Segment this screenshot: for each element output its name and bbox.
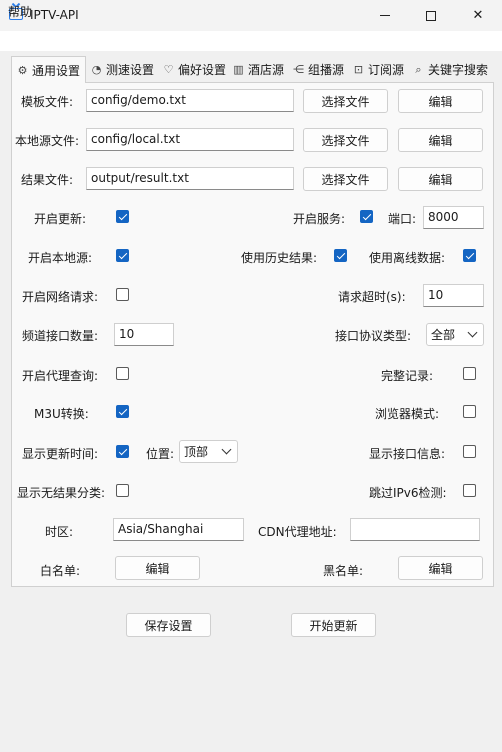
result-file-label: 结果文件: [21,173,74,187]
minimize-icon [380,15,390,16]
local-file-input[interactable]: config/local.txt [86,128,294,151]
whitelist-label: 白名单: [40,564,81,578]
full-record-checkbox[interactable] [463,367,476,380]
tab-label: 订阅源 [368,63,405,77]
show-update-time-label: 显示更新时间: [22,447,99,461]
menu-bar [0,31,502,51]
open-update-checkbox[interactable] [116,210,129,223]
browser-mode-label: 浏览器模式: [375,407,440,421]
position-value: 顶部 [184,445,209,459]
show-info-label: 显示接口信息: [369,447,446,461]
tab-preference[interactable]: ♡ 偏好设置 [158,57,228,82]
tab-label: 通用设置 [32,63,81,78]
tab-speed[interactable]: ◔ 测速设置 [86,57,158,82]
port-input[interactable]: 8000 [423,206,484,229]
gear-icon: ⚙ [17,63,28,77]
tab-multicast[interactable]: ⋲ 组播源 [288,57,348,82]
request-timeout-label: 请求超时(s): [338,290,406,304]
tab-label: 关键字搜索 [428,63,489,77]
window-title: IPTV-API [30,8,79,22]
port-label: 端口: [388,212,417,226]
open-service-checkbox[interactable] [360,210,373,223]
protocol-type-value: 全部 [431,328,456,342]
local-select-button[interactable]: 选择文件 [303,128,388,152]
use-history-label: 使用历史结果: [241,251,318,265]
open-service-label: 开启服务: [293,212,346,226]
template-select-button[interactable]: 选择文件 [303,89,388,113]
result-edit-button[interactable]: 编辑 [398,167,483,191]
protocol-type-label: 接口协议类型: [335,329,412,343]
blacklist-edit-button[interactable]: 编辑 [398,556,483,580]
use-offline-checkbox[interactable] [463,249,476,262]
m3u-checkbox[interactable] [116,405,129,418]
multicast-icon: ⋲ [293,63,304,76]
open-local-label: 开启本地源: [28,251,93,265]
cdn-proxy-input[interactable] [350,518,480,541]
open-network-checkbox[interactable] [116,288,129,301]
blacklist-label: 黑名单: [323,564,364,578]
template-file-label: 模板文件: [21,95,74,109]
tab-general[interactable]: ⚙ 通用设置 [11,56,86,83]
open-local-checkbox[interactable] [116,249,129,262]
tab-hotel[interactable]: ▥ 酒店源 [228,57,288,82]
show-no-result-checkbox[interactable] [116,484,129,497]
tab-keyword-search[interactable]: ⌕ 关键字搜索 [408,57,494,82]
template-file-input[interactable]: config/demo.txt [86,89,294,112]
show-update-time-checkbox[interactable] [116,445,129,458]
cdn-proxy-label: CDN代理地址: [258,525,337,539]
request-timeout-input[interactable]: 10 [423,284,484,307]
close-button[interactable]: ✕ [455,0,501,31]
search-icon: ⌕ [415,62,422,76]
channel-count-input[interactable]: 10 [114,323,174,346]
template-edit-button[interactable]: 编辑 [398,89,483,113]
maximize-button[interactable] [408,0,454,31]
protocol-type-select[interactable]: 全部 [426,323,484,346]
open-proxy-checkbox[interactable] [116,367,129,380]
open-proxy-label: 开启代理查询: [22,369,99,383]
timezone-label: 时区: [45,525,74,539]
browser-mode-checkbox[interactable] [463,405,476,418]
show-info-checkbox[interactable] [463,445,476,458]
local-edit-button[interactable]: 编辑 [398,128,483,152]
tab-label: 偏好设置 [178,63,227,77]
save-settings-button[interactable]: 保存设置 [126,613,211,637]
tab-label: 测速设置 [106,63,155,77]
timezone-input[interactable]: Asia/Shanghai [113,518,244,541]
tab-label: 酒店源 [248,63,285,77]
skip-ipv6-label: 跳过IPv6检测: [369,486,447,500]
maximize-icon [426,10,436,21]
open-network-label: 开启网络请求: [22,290,99,304]
close-icon: ✕ [472,8,484,23]
chevron-down-icon [467,327,478,338]
result-file-input[interactable]: output/result.txt [86,167,294,190]
speedometer-icon: ◔ [91,63,102,76]
hotel-icon: ▥ [233,63,244,76]
full-record-label: 完整记录: [381,369,434,383]
menu-item-help[interactable]: 帮助 [8,3,32,20]
tab-label: 组播源 [308,63,345,77]
show-no-result-label: 显示无结果分类: [17,486,106,500]
result-select-button[interactable]: 选择文件 [303,167,388,191]
minimize-button[interactable] [362,0,408,31]
channel-count-label: 频道接口数量: [22,329,99,343]
local-file-label: 本地源文件: [15,134,80,148]
whitelist-edit-button[interactable]: 编辑 [115,556,200,580]
tab-subscribe[interactable]: ⊡ 订阅源 [348,57,408,82]
heart-icon: ♡ [163,63,174,76]
open-update-label: 开启更新: [34,212,87,226]
m3u-label: M3U转换: [34,407,89,421]
chevron-down-icon [221,444,232,455]
position-select[interactable]: 顶部 [179,440,238,463]
use-history-checkbox[interactable] [334,249,347,262]
use-offline-label: 使用离线数据: [369,251,446,265]
bookmark-icon: ⊡ [353,63,364,76]
position-label: 位置: [146,447,175,461]
skip-ipv6-checkbox[interactable] [463,484,476,497]
start-update-button[interactable]: 开始更新 [291,613,376,637]
